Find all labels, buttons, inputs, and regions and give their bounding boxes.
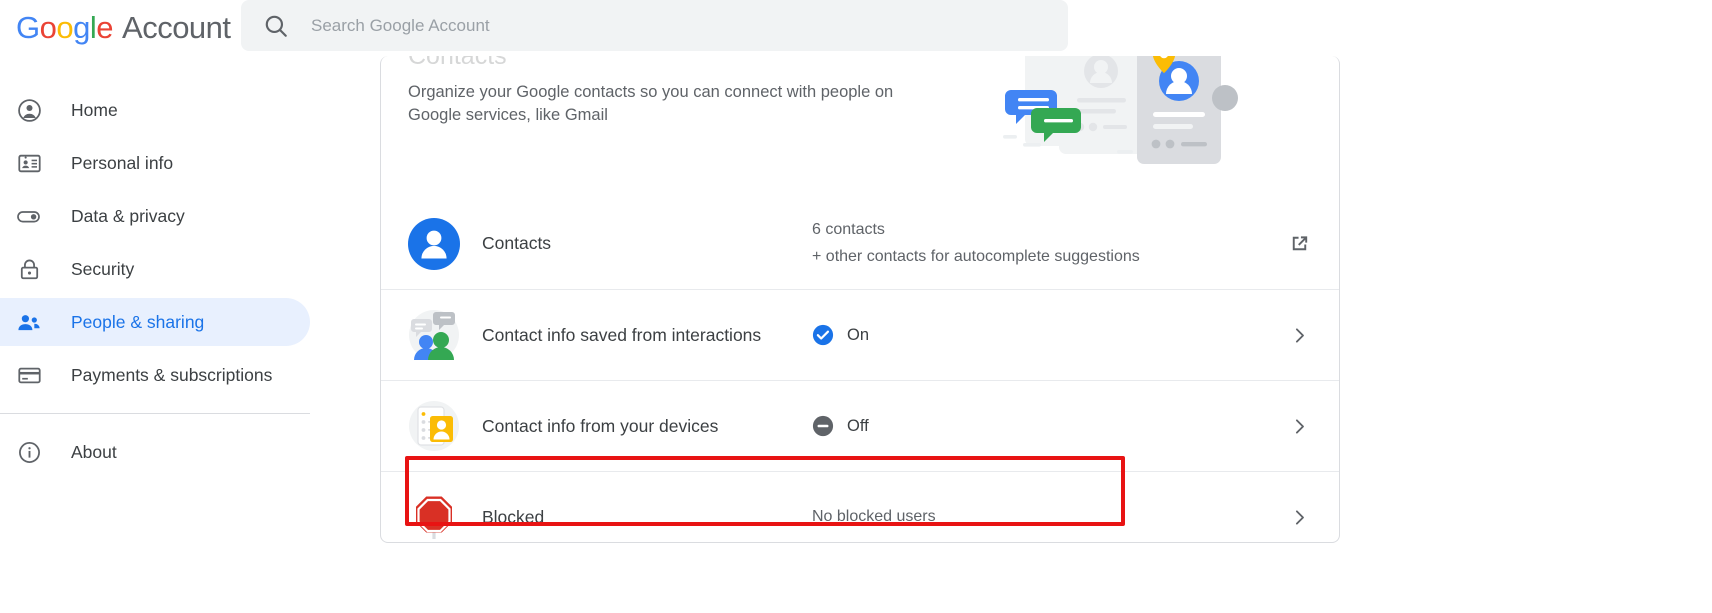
sidebar-item-data-privacy[interactable]: Data & privacy xyxy=(0,192,310,240)
blue-person-avatar-icon xyxy=(408,217,460,270)
row-contact-info-devices[interactable]: Contact info from your devices Off xyxy=(381,380,1339,471)
sidebar-item-label: Security xyxy=(71,258,135,279)
sidebar-item-label: People & sharing xyxy=(71,311,205,332)
row-label: Contact info saved from interactions xyxy=(482,324,762,345)
search-bar[interactable] xyxy=(241,0,1068,51)
sidebar-item-label: Home xyxy=(71,99,118,120)
sidebar-divider xyxy=(0,413,310,414)
app-header: Google Account xyxy=(0,0,1712,56)
contacts-illustration xyxy=(1003,56,1238,164)
toggle-switch-icon xyxy=(16,203,42,229)
row-status: Off xyxy=(812,415,1277,437)
minus-circle-icon xyxy=(812,415,834,437)
section-description: Organize your Google contacts so you can… xyxy=(408,83,894,124)
status-text: Off xyxy=(847,416,869,435)
sidebar-item-label: Payments & subscriptions xyxy=(71,364,273,385)
chevron-right-icon[interactable] xyxy=(1277,325,1321,346)
account-circle-icon xyxy=(16,97,42,123)
row-value: 6 contacts + other contacts for autocomp… xyxy=(812,221,1277,266)
device-contact-card-icon xyxy=(408,400,460,452)
row-value: No blocked users xyxy=(812,508,1277,526)
row-blocked[interactable]: Blocked No blocked users xyxy=(381,471,1339,542)
check-circle-icon xyxy=(812,324,834,346)
sidebar-item-about[interactable]: About xyxy=(0,428,310,476)
row-label: Contacts xyxy=(482,233,552,253)
sidebar-item-label: Personal info xyxy=(71,152,174,173)
row-contact-info-saved[interactable]: Contact info saved from interactions On xyxy=(381,289,1339,380)
contacts-hero: Contacts Organize your Google contacts s… xyxy=(381,56,1339,198)
chevron-right-icon[interactable] xyxy=(1277,507,1321,528)
sidebar-nav: Home Personal info Data & privacy Securi… xyxy=(0,56,330,613)
page-title: Contacts xyxy=(408,56,507,70)
people-icon xyxy=(16,309,42,335)
sidebar-item-label: About xyxy=(71,441,117,462)
contacts-count: 6 contacts xyxy=(812,221,885,238)
row-contacts[interactable]: Contacts 6 contacts + other contacts for… xyxy=(381,198,1339,289)
stop-sign-icon xyxy=(408,491,460,542)
sidebar-item-people-sharing[interactable]: People & sharing xyxy=(0,298,310,346)
google-account-page: Google Account Home xyxy=(0,0,1712,613)
open-in-new-icon[interactable] xyxy=(1277,232,1321,255)
sidebar-item-personal-info[interactable]: Personal info xyxy=(0,139,310,187)
sidebar-item-label: Data & privacy xyxy=(71,205,185,226)
row-label: Contact info from your devices xyxy=(482,415,719,436)
search-input[interactable] xyxy=(311,15,911,36)
status-text: On xyxy=(847,325,870,344)
main-content: Contacts Organize your Google contacts s… xyxy=(330,56,1712,613)
info-icon xyxy=(16,439,42,465)
google-account-logo[interactable]: Google Account xyxy=(16,10,231,46)
sidebar-item-home[interactable]: Home xyxy=(0,86,310,134)
blocked-users-count: No blocked users xyxy=(812,508,936,525)
lock-icon xyxy=(16,256,42,282)
row-label: Blocked xyxy=(482,506,545,527)
sidebar-item-payments-subscriptions[interactable]: Payments & subscriptions xyxy=(0,351,310,399)
chevron-right-icon[interactable] xyxy=(1277,416,1321,437)
credit-card-icon xyxy=(16,362,42,388)
sidebar-item-security[interactable]: Security xyxy=(0,245,310,293)
account-wordmark: Account xyxy=(122,10,231,45)
settings-rows: Contacts 6 contacts + other contacts for… xyxy=(381,198,1339,542)
contact-card-icon xyxy=(16,150,42,176)
google-wordmark: Google xyxy=(16,10,114,45)
search-icon xyxy=(265,15,287,37)
contacts-autocomplete-note: + other contacts for autocomplete sugges… xyxy=(812,248,1140,265)
row-status: On xyxy=(812,324,1277,346)
contacts-card: Contacts Organize your Google contacts s… xyxy=(380,56,1340,543)
people-chat-icon xyxy=(408,309,460,361)
